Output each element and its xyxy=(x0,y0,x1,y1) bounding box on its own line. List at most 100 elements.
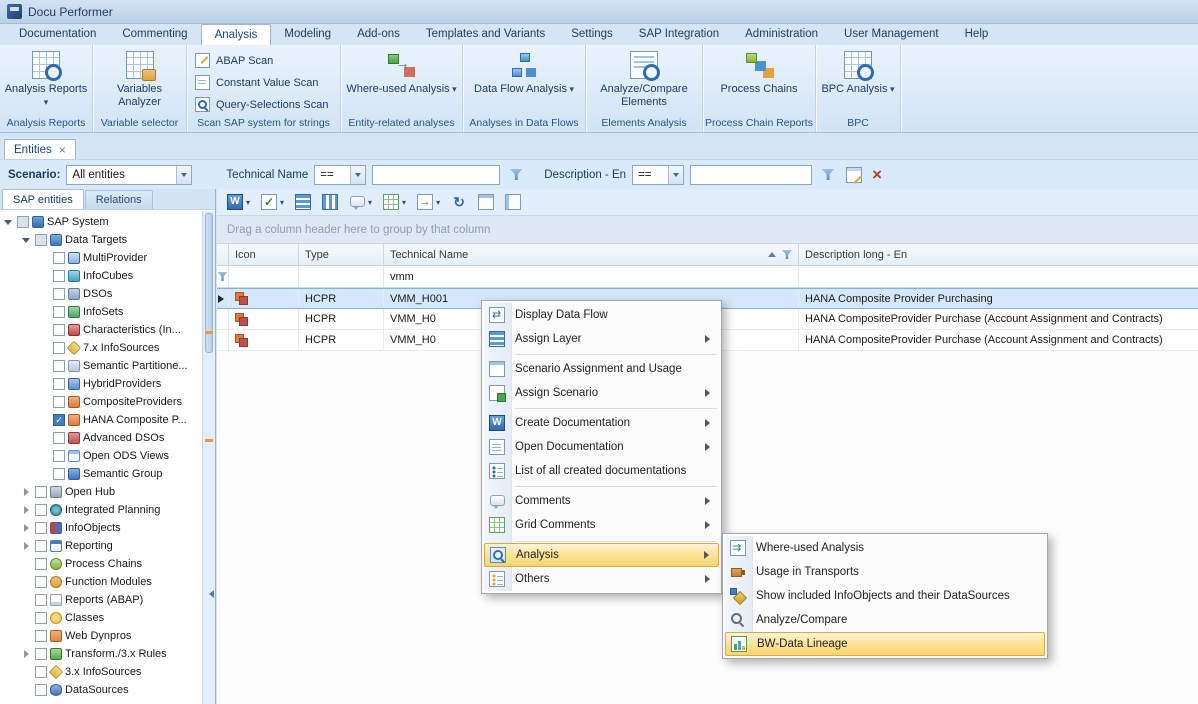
tree-item[interactable]: 7.x InfoSources xyxy=(0,339,202,357)
tree-item[interactable]: 3.x InfoSources xyxy=(0,663,202,681)
column-header-icon[interactable]: Icon xyxy=(229,244,299,265)
context-menu-item[interactable]: Assign Layer xyxy=(484,327,719,351)
collapse-panel-icon[interactable] xyxy=(204,589,214,599)
process-chains-button[interactable]: Process Chains xyxy=(716,48,801,99)
ribbon-tab[interactable]: Commenting xyxy=(109,24,200,45)
tree-item[interactable]: CompositeProviders xyxy=(0,393,202,411)
tree-expander-icon[interactable] xyxy=(38,432,50,444)
filter-cell-technical-name[interactable]: vmm xyxy=(384,266,799,287)
comments-button[interactable] xyxy=(347,191,374,213)
ribbon-tab[interactable]: User Management xyxy=(831,24,952,45)
ribbon-tab[interactable]: SAP Integration xyxy=(626,24,732,45)
tab-entities[interactable]: Entities xyxy=(4,139,76,159)
context-menu-item[interactable]: Scenario Assignment and Usage xyxy=(484,357,719,381)
tree-expander-icon[interactable] xyxy=(20,522,32,534)
filter-cell-description[interactable] xyxy=(799,266,1198,287)
tab-relations[interactable]: Relations xyxy=(85,190,153,209)
tree-item[interactable]: Integrated Planning xyxy=(0,501,202,519)
chevron-down-icon[interactable] xyxy=(668,166,683,184)
tree-expander-icon[interactable] xyxy=(38,468,50,480)
tree-checkbox[interactable] xyxy=(53,252,65,264)
tree-checkbox[interactable] xyxy=(35,594,47,606)
context-menu-item[interactable]: Grid Comments xyxy=(484,513,719,537)
tree-item[interactable]: MultiProvider xyxy=(0,249,202,267)
analysis-reports-button[interactable]: Analysis Reports xyxy=(0,48,92,112)
tree-expander-icon[interactable] xyxy=(38,342,50,354)
tree-item[interactable]: Open ODS Views xyxy=(0,447,202,465)
analyze-compare-elements-button[interactable]: Analyze/Compare Elements xyxy=(586,48,702,112)
data-flow-analysis-button[interactable]: Data Flow Analysis xyxy=(470,48,578,99)
tree-expander-icon[interactable] xyxy=(38,378,50,390)
tree-checkbox[interactable] xyxy=(35,666,47,678)
ribbon-tab[interactable]: Add-ons xyxy=(344,24,413,45)
tree-checkbox[interactable] xyxy=(35,576,47,588)
tree-expander-icon[interactable] xyxy=(20,504,32,516)
tree-item[interactable]: Transform./3.x Rules xyxy=(0,645,202,663)
tree-item[interactable]: Reporting xyxy=(0,537,202,555)
tree-checkbox[interactable] xyxy=(35,630,47,642)
tree-expander-icon[interactable] xyxy=(38,396,50,408)
tree-item[interactable]: InfoObjects xyxy=(0,519,202,537)
tree-expander-icon[interactable] xyxy=(38,324,50,336)
tree-item[interactable]: Classes xyxy=(0,609,202,627)
tree-item[interactable]: InfoCubes xyxy=(0,267,202,285)
ribbon-tab[interactable]: Analysis xyxy=(201,24,272,45)
tree-expander-icon[interactable] xyxy=(20,576,32,588)
context-menu-item[interactable]: Where-used Analysis xyxy=(725,536,1045,560)
column-header-technical-name[interactable]: Technical Name xyxy=(384,244,799,265)
tree-checkbox[interactable] xyxy=(53,450,65,462)
context-menu-item[interactable]: Others xyxy=(484,567,719,591)
tree-item[interactable]: Semantic Group xyxy=(0,465,202,483)
constant-value-scan-button[interactable]: Constant Value Scan xyxy=(195,74,319,91)
tree-checkbox[interactable] xyxy=(35,486,47,498)
context-menu-item[interactable]: Analysis xyxy=(484,543,719,567)
filter-editor-button[interactable] xyxy=(844,164,864,186)
tree-item[interactable]: HybridProviders xyxy=(0,375,202,393)
chevron-down-icon[interactable] xyxy=(350,166,365,184)
export-button[interactable] xyxy=(415,191,442,213)
description-operator-select[interactable]: == xyxy=(632,165,684,185)
tree-checkbox[interactable] xyxy=(53,360,65,372)
tree-item[interactable]: Reports (ABAP) xyxy=(0,591,202,609)
clear-filter-button[interactable] xyxy=(870,164,884,186)
tree-expander-icon[interactable] xyxy=(20,684,32,696)
tree-checkbox[interactable] xyxy=(53,288,65,300)
tree-checkbox[interactable] xyxy=(53,342,65,354)
column-header-description[interactable]: Description long - En xyxy=(799,244,1198,265)
scenario-select[interactable]: All entities xyxy=(66,165,192,185)
tab-sap-entities[interactable]: SAP entities xyxy=(2,189,84,209)
assign-layer-button[interactable] xyxy=(293,191,313,213)
tree-expander-icon[interactable] xyxy=(38,414,50,426)
tree-checkbox[interactable] xyxy=(53,324,65,336)
bpc-analysis-button[interactable]: BPC Analysis xyxy=(817,48,898,99)
ribbon-tab[interactable]: Templates and Variants xyxy=(413,24,558,45)
context-menu-item[interactable]: List of all created documentations xyxy=(484,459,719,483)
tree-item[interactable]: Advanced DSOs xyxy=(0,429,202,447)
tree-checkbox[interactable] xyxy=(53,414,65,426)
abap-scan-button[interactable]: ABAP Scan xyxy=(195,52,273,69)
column-header-type[interactable]: Type xyxy=(299,244,384,265)
tree-expander-icon[interactable] xyxy=(20,648,32,660)
close-tab-icon[interactable] xyxy=(59,144,66,156)
tree-checkbox[interactable] xyxy=(17,216,29,228)
query-selections-scan-button[interactable]: Query-Selections Scan xyxy=(195,96,329,113)
tree-item[interactable]: Open Hub xyxy=(0,483,202,501)
tree-expander-icon[interactable] xyxy=(20,540,32,552)
tree-item[interactable]: Semantic Partitione... xyxy=(0,357,202,375)
tree-expander-icon[interactable] xyxy=(38,450,50,462)
tree-checkbox[interactable] xyxy=(35,558,47,570)
context-menu-item[interactable]: Comments xyxy=(484,489,719,513)
column-chooser-button[interactable] xyxy=(320,191,340,213)
grid-comments-button[interactable] xyxy=(381,191,408,213)
tree-checkbox[interactable] xyxy=(35,540,47,552)
tree-item[interactable]: Data Targets xyxy=(0,231,202,249)
tree-expander-icon[interactable] xyxy=(38,360,50,372)
technical-name-operator-select[interactable]: == xyxy=(314,165,366,185)
tree-checkbox[interactable] xyxy=(53,378,65,390)
tree-expander-icon[interactable] xyxy=(38,306,50,318)
tree-checkbox[interactable] xyxy=(35,684,47,696)
context-menu-item[interactable]: Analyze/Compare xyxy=(725,608,1045,632)
filter-cell-icon[interactable] xyxy=(229,266,299,287)
where-used-analysis-button[interactable]: Where-used Analysis xyxy=(342,48,460,99)
tree-item[interactable]: HANA Composite P... xyxy=(0,411,202,429)
